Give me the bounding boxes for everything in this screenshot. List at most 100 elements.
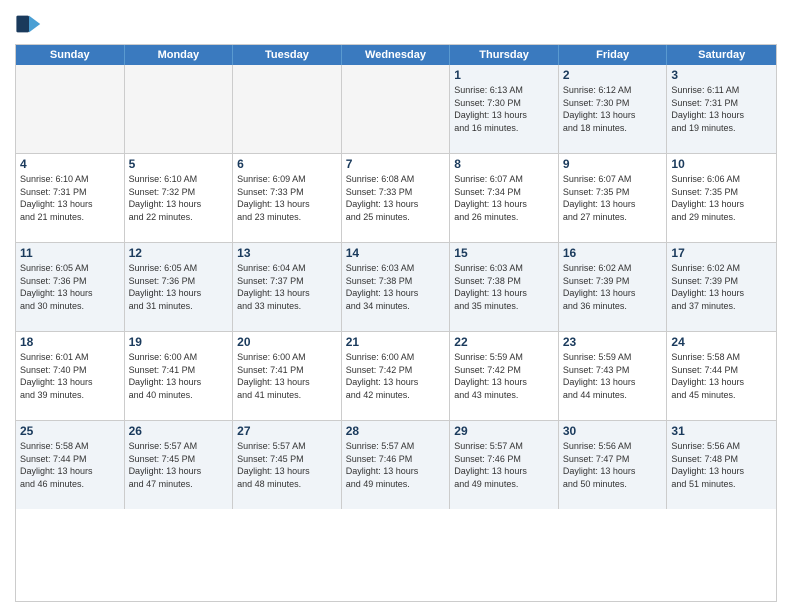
day-info: Sunrise: 5:58 AM Sunset: 7:44 PM Dayligh… xyxy=(20,440,120,490)
calendar-week-row: 18 Sunrise: 6:01 AM Sunset: 7:40 PM Dayli… xyxy=(16,332,776,421)
day-number: 12 xyxy=(129,246,229,260)
page: SundayMondayTuesdayWednesdayThursdayFrid… xyxy=(0,0,792,612)
day-info: Sunrise: 6:10 AM Sunset: 7:31 PM Dayligh… xyxy=(20,173,120,223)
day-number: 5 xyxy=(129,157,229,171)
day-info: Sunrise: 5:57 AM Sunset: 7:46 PM Dayligh… xyxy=(454,440,554,490)
header xyxy=(15,10,777,38)
calendar-week-row: 25 Sunrise: 5:58 AM Sunset: 7:44 PM Dayli… xyxy=(16,421,776,509)
day-number: 18 xyxy=(20,335,120,349)
day-info: Sunrise: 6:05 AM Sunset: 7:36 PM Dayligh… xyxy=(129,262,229,312)
calendar-header-cell: Thursday xyxy=(450,45,559,65)
calendar-cell xyxy=(233,65,342,153)
day-info: Sunrise: 6:07 AM Sunset: 7:35 PM Dayligh… xyxy=(563,173,663,223)
calendar-week-row: 11 Sunrise: 6:05 AM Sunset: 7:36 PM Dayli… xyxy=(16,243,776,332)
calendar-cell: 12 Sunrise: 6:05 AM Sunset: 7:36 PM Dayli… xyxy=(125,243,234,331)
calendar-cell: 24 Sunrise: 5:58 AM Sunset: 7:44 PM Dayli… xyxy=(667,332,776,420)
day-info: Sunrise: 6:13 AM Sunset: 7:30 PM Dayligh… xyxy=(454,84,554,134)
day-number: 25 xyxy=(20,424,120,438)
day-info: Sunrise: 6:02 AM Sunset: 7:39 PM Dayligh… xyxy=(671,262,772,312)
calendar-header-cell: Friday xyxy=(559,45,668,65)
day-number: 30 xyxy=(563,424,663,438)
day-info: Sunrise: 5:58 AM Sunset: 7:44 PM Dayligh… xyxy=(671,351,772,401)
calendar-cell: 23Sunrise: 5:59 AM Sunset: 7:43 PM Dayli… xyxy=(559,332,668,420)
day-info: Sunrise: 6:09 AM Sunset: 7:33 PM Dayligh… xyxy=(237,173,337,223)
day-number: 23 xyxy=(563,335,663,349)
day-number: 1 xyxy=(454,68,554,82)
day-info: Sunrise: 6:06 AM Sunset: 7:35 PM Dayligh… xyxy=(671,173,772,223)
day-info: Sunrise: 6:01 AM Sunset: 7:40 PM Dayligh… xyxy=(20,351,120,401)
day-number: 3 xyxy=(671,68,772,82)
day-number: 31 xyxy=(671,424,772,438)
calendar-cell: 31 Sunrise: 5:56 AM Sunset: 7:48 PM Dayli… xyxy=(667,421,776,509)
calendar-cell: 19 Sunrise: 6:00 AM Sunset: 7:41 PM Dayli… xyxy=(125,332,234,420)
day-number: 27 xyxy=(237,424,337,438)
day-number: 24 xyxy=(671,335,772,349)
day-info: Sunrise: 6:00 AM Sunset: 7:41 PM Dayligh… xyxy=(129,351,229,401)
day-number: 10 xyxy=(671,157,772,171)
day-info: Sunrise: 6:11 AM Sunset: 7:31 PM Dayligh… xyxy=(671,84,772,134)
calendar-cell: 18 Sunrise: 6:01 AM Sunset: 7:40 PM Dayli… xyxy=(16,332,125,420)
calendar-body: 1 Sunrise: 6:13 AM Sunset: 7:30 PM Daylig… xyxy=(16,65,776,509)
day-number: 15 xyxy=(454,246,554,260)
day-number: 6 xyxy=(237,157,337,171)
day-number: 9 xyxy=(563,157,663,171)
day-info: Sunrise: 5:57 AM Sunset: 7:46 PM Dayligh… xyxy=(346,440,446,490)
day-info: Sunrise: 5:59 AM Sunset: 7:42 PM Dayligh… xyxy=(454,351,554,401)
day-number: 14 xyxy=(346,246,446,260)
day-info: Sunrise: 5:57 AM Sunset: 7:45 PM Dayligh… xyxy=(237,440,337,490)
calendar-header-cell: Wednesday xyxy=(342,45,451,65)
logo-icon xyxy=(15,10,43,38)
day-info: Sunrise: 5:57 AM Sunset: 7:45 PM Dayligh… xyxy=(129,440,229,490)
day-info: Sunrise: 6:07 AM Sunset: 7:34 PM Dayligh… xyxy=(454,173,554,223)
calendar-cell: 9 Sunrise: 6:07 AM Sunset: 7:35 PM Daylig… xyxy=(559,154,668,242)
calendar-cell: 30 Sunrise: 5:56 AM Sunset: 7:47 PM Dayli… xyxy=(559,421,668,509)
calendar-header: SundayMondayTuesdayWednesdayThursdayFrid… xyxy=(16,45,776,65)
day-number: 13 xyxy=(237,246,337,260)
calendar-cell: 15 Sunrise: 6:03 AM Sunset: 7:38 PM Dayli… xyxy=(450,243,559,331)
day-info: Sunrise: 6:08 AM Sunset: 7:33 PM Dayligh… xyxy=(346,173,446,223)
calendar-header-cell: Tuesday xyxy=(233,45,342,65)
calendar-cell: 27 Sunrise: 5:57 AM Sunset: 7:45 PM Dayli… xyxy=(233,421,342,509)
calendar-cell: 8Sunrise: 6:07 AM Sunset: 7:34 PM Daylig… xyxy=(450,154,559,242)
day-info: Sunrise: 6:00 AM Sunset: 7:41 PM Dayligh… xyxy=(237,351,337,401)
day-number: 28 xyxy=(346,424,446,438)
day-number: 26 xyxy=(129,424,229,438)
calendar-cell: 3 Sunrise: 6:11 AM Sunset: 7:31 PM Daylig… xyxy=(667,65,776,153)
day-info: Sunrise: 6:05 AM Sunset: 7:36 PM Dayligh… xyxy=(20,262,120,312)
day-info: Sunrise: 6:12 AM Sunset: 7:30 PM Dayligh… xyxy=(563,84,663,134)
calendar-cell xyxy=(125,65,234,153)
day-info: Sunrise: 6:10 AM Sunset: 7:32 PM Dayligh… xyxy=(129,173,229,223)
calendar-cell: 25 Sunrise: 5:58 AM Sunset: 7:44 PM Dayli… xyxy=(16,421,125,509)
day-number: 19 xyxy=(129,335,229,349)
calendar-cell: 20 Sunrise: 6:00 AM Sunset: 7:41 PM Dayli… xyxy=(233,332,342,420)
day-number: 4 xyxy=(20,157,120,171)
calendar-week-row: 1 Sunrise: 6:13 AM Sunset: 7:30 PM Daylig… xyxy=(16,65,776,154)
calendar-cell: 2Sunrise: 6:12 AM Sunset: 7:30 PM Daylig… xyxy=(559,65,668,153)
calendar-cell: 16Sunrise: 6:02 AM Sunset: 7:39 PM Dayli… xyxy=(559,243,668,331)
calendar-week-row: 4 Sunrise: 6:10 AM Sunset: 7:31 PM Daylig… xyxy=(16,154,776,243)
day-number: 22 xyxy=(454,335,554,349)
day-info: Sunrise: 6:04 AM Sunset: 7:37 PM Dayligh… xyxy=(237,262,337,312)
calendar-cell xyxy=(342,65,451,153)
day-number: 17 xyxy=(671,246,772,260)
calendar-cell: 7 Sunrise: 6:08 AM Sunset: 7:33 PM Daylig… xyxy=(342,154,451,242)
day-info: Sunrise: 6:03 AM Sunset: 7:38 PM Dayligh… xyxy=(346,262,446,312)
calendar-cell: 13 Sunrise: 6:04 AM Sunset: 7:37 PM Dayli… xyxy=(233,243,342,331)
calendar-cell: 14 Sunrise: 6:03 AM Sunset: 7:38 PM Dayli… xyxy=(342,243,451,331)
calendar-cell: 11 Sunrise: 6:05 AM Sunset: 7:36 PM Dayli… xyxy=(16,243,125,331)
calendar-header-cell: Sunday xyxy=(16,45,125,65)
day-number: 21 xyxy=(346,335,446,349)
calendar-cell: 5 Sunrise: 6:10 AM Sunset: 7:32 PM Daylig… xyxy=(125,154,234,242)
calendar-cell xyxy=(16,65,125,153)
day-info: Sunrise: 6:02 AM Sunset: 7:39 PM Dayligh… xyxy=(563,262,663,312)
day-number: 20 xyxy=(237,335,337,349)
calendar-cell: 4 Sunrise: 6:10 AM Sunset: 7:31 PM Daylig… xyxy=(16,154,125,242)
day-info: Sunrise: 6:03 AM Sunset: 7:38 PM Dayligh… xyxy=(454,262,554,312)
day-info: Sunrise: 6:00 AM Sunset: 7:42 PM Dayligh… xyxy=(346,351,446,401)
day-info: Sunrise: 5:56 AM Sunset: 7:47 PM Dayligh… xyxy=(563,440,663,490)
calendar-cell: 10 Sunrise: 6:06 AM Sunset: 7:35 PM Dayli… xyxy=(667,154,776,242)
day-number: 11 xyxy=(20,246,120,260)
day-number: 7 xyxy=(346,157,446,171)
day-info: Sunrise: 5:56 AM Sunset: 7:48 PM Dayligh… xyxy=(671,440,772,490)
calendar-cell: 6 Sunrise: 6:09 AM Sunset: 7:33 PM Daylig… xyxy=(233,154,342,242)
